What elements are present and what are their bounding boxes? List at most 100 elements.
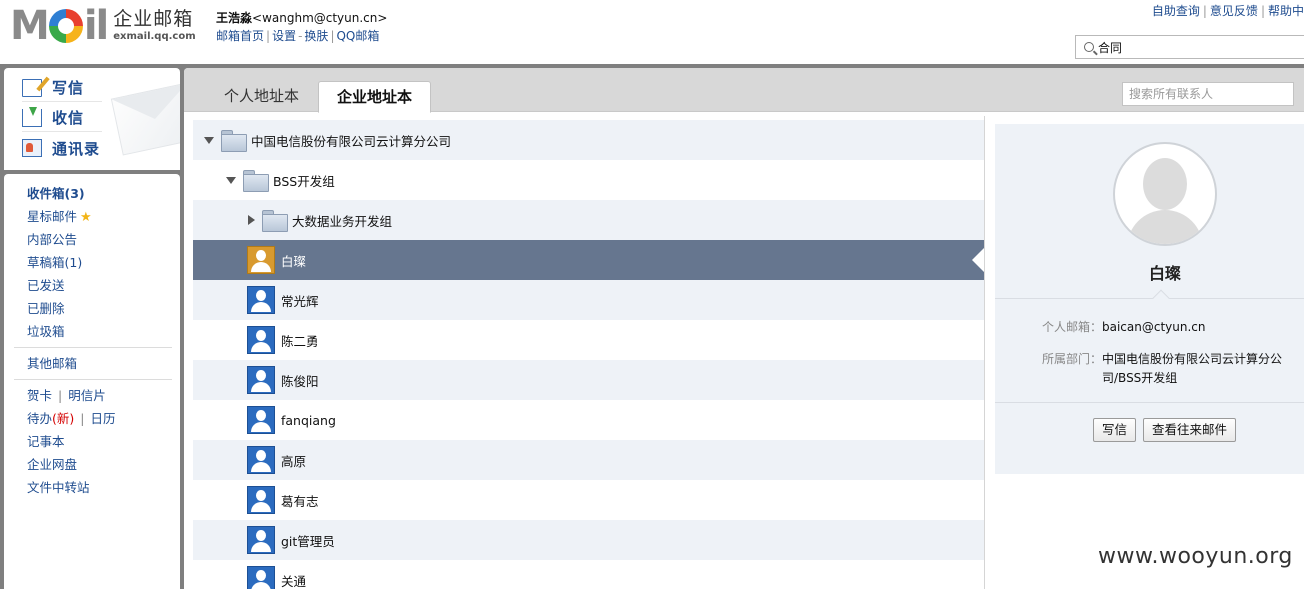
contact-row[interactable]: 陈俊阳	[193, 360, 984, 400]
person-icon	[247, 326, 275, 354]
sidebar-item-calendar[interactable]: 日历	[91, 411, 116, 426]
contact-row[interactable]: fanqiang	[193, 400, 984, 440]
link-feedback[interactable]: 意见反馈	[1210, 4, 1258, 18]
contact-row[interactable]: 高原	[193, 440, 984, 480]
expand-arrow-icon[interactable]	[204, 136, 214, 144]
contact-card-icon	[22, 139, 42, 157]
link-settings[interactable]: 设置	[272, 29, 296, 43]
mail-search-input[interactable]	[1098, 40, 1288, 54]
contact-name: git管理员	[281, 533, 335, 549]
envelope-decoration	[110, 82, 180, 156]
compose-panel: 写信 收信 通讯录	[4, 68, 180, 170]
person-icon	[247, 526, 275, 554]
watermark: www.wooyun.org	[1098, 544, 1293, 569]
contact-row[interactable]: 关通	[193, 560, 984, 589]
sidebar-item-greeting-card[interactable]: 贺卡	[27, 388, 52, 403]
logo-o-icon	[48, 9, 83, 43]
tab-personal-address-book[interactable]: 个人地址本	[206, 81, 317, 113]
node-label: 中国电信股份有限公司云计算分公司	[251, 133, 452, 149]
write-to-contact-button[interactable]: 写信	[1093, 418, 1137, 442]
pencil-icon	[22, 78, 42, 97]
panel-divider	[984, 116, 985, 589]
folder-nav: 收件箱(3) 星标邮件 ★ 内部公告 草稿箱(1) 已发送 已删除 垃圾箱 其他邮…	[4, 174, 180, 589]
write-label: 写信	[52, 79, 85, 97]
sidebar-item-other-mailbox[interactable]: 其他邮箱	[4, 352, 180, 375]
sidebar-item-todo[interactable]: 待办(新)	[27, 411, 74, 426]
dept-label: 所属部门：	[1041, 352, 1102, 366]
tree-node-company[interactable]: 中国电信股份有限公司云计算分公司	[193, 120, 984, 160]
address-book-main: 个人地址本 企业地址本 搜索所有联系人 中国电信股份有限公司云计算分公司 BSS…	[184, 68, 1304, 589]
sidebar-item-bulletin[interactable]: 内部公告	[4, 228, 180, 251]
link-help[interactable]: 帮助中	[1268, 4, 1304, 18]
contact-name: 白璨	[281, 253, 307, 269]
node-label: 大数据业务开发组	[292, 213, 393, 229]
inbox-button[interactable]: 收信	[22, 104, 102, 132]
person-icon	[247, 486, 275, 514]
contact-row[interactable]: 常光辉	[193, 280, 984, 320]
contact-name: 葛有志	[281, 493, 319, 509]
person-icon	[247, 366, 275, 394]
todo-label: 待办	[27, 411, 53, 426]
contacts-button[interactable]: 通讯录	[22, 134, 102, 162]
sidebar-item-inbox[interactable]: 收件箱(3)	[4, 182, 180, 205]
email-label: 个人邮箱：	[1041, 320, 1102, 334]
contact-search-input[interactable]: 搜索所有联系人	[1122, 82, 1294, 106]
contact-row[interactable]: 陈二勇	[193, 320, 984, 360]
node-label: BSS开发组	[273, 173, 335, 189]
contact-row-selected[interactable]: 白璨	[193, 240, 984, 280]
starred-label: 星标邮件	[27, 209, 78, 224]
sidebar-row-cards: 贺卡 | 明信片	[27, 388, 106, 403]
view-history-button[interactable]: 查看往来邮件	[1143, 418, 1237, 442]
divider	[995, 402, 1304, 403]
tree-node-subgroup[interactable]: 大数据业务开发组	[193, 200, 984, 240]
user-email: <wanghm@ctyun.cn>	[252, 11, 388, 25]
contact-name: 陈俊阳	[281, 373, 319, 389]
link-qq-mail[interactable]: QQ邮箱	[336, 29, 379, 43]
sidebar-item-sent[interactable]: 已发送	[4, 274, 180, 297]
divider	[14, 347, 172, 348]
logo-cn-text: 企业邮箱	[113, 8, 194, 30]
user-name: 王浩淼	[216, 11, 253, 25]
person-icon	[247, 566, 275, 589]
sidebar-item-netdisk[interactable]: 企业网盘	[4, 453, 180, 476]
tree-node-group[interactable]: BSS开发组	[193, 160, 984, 200]
mail-search-box[interactable]	[1075, 35, 1304, 59]
logo-en-text: exmail.qq.com	[113, 31, 196, 42]
logo[interactable]: Mil 企业邮箱 exmail.qq.com	[10, 4, 196, 48]
link-self-query[interactable]: 自助查询	[1152, 4, 1200, 18]
top-links: 自助查询 | 意见反馈 | 帮助中	[1151, 4, 1304, 18]
sidebar-item-starred[interactable]: 星标邮件 ★	[4, 205, 180, 228]
drafts-label: 草稿箱	[27, 255, 65, 270]
avatar	[1113, 142, 1217, 246]
drafts-count: (1)	[64, 255, 83, 270]
folder-icon	[243, 170, 269, 192]
search-icon	[1084, 42, 1094, 52]
selection-pointer	[972, 248, 984, 272]
star-icon: ★	[80, 210, 92, 225]
expand-arrow-icon[interactable]	[226, 176, 236, 184]
link-skin[interactable]: 换肤	[304, 29, 328, 43]
download-icon	[22, 106, 42, 127]
todo-new-badge: (新)	[52, 411, 75, 426]
email-value[interactable]: baican@ctyun.cn	[1102, 318, 1292, 337]
sidebar-item-file-transfer[interactable]: 文件中转站	[4, 476, 180, 499]
contact-name: 常光辉	[281, 293, 319, 309]
folder-icon	[262, 210, 288, 232]
person-icon	[247, 446, 275, 474]
contact-name: fanqiang	[281, 412, 336, 428]
sidebar-item-deleted[interactable]: 已删除	[4, 297, 180, 320]
contact-row[interactable]: git管理员	[193, 520, 984, 560]
link-mail-home[interactable]: 邮箱首页	[216, 29, 264, 43]
sidebar-item-junk[interactable]: 垃圾箱	[4, 320, 180, 343]
collapse-arrow-icon[interactable]	[248, 215, 255, 225]
sidebar-item-drafts[interactable]: 草稿箱(1)	[4, 251, 180, 274]
contact-row[interactable]: 葛有志	[193, 480, 984, 520]
sidebar-row-todo: 待办(新) | 日历	[27, 411, 116, 426]
tab-enterprise-address-book[interactable]: 企业地址本	[318, 81, 432, 113]
divider	[14, 379, 172, 380]
person-icon	[247, 286, 275, 314]
sidebar-item-postcard[interactable]: 明信片	[68, 388, 106, 403]
sidebar-item-notes[interactable]: 记事本	[4, 430, 180, 453]
contact-name: 高原	[281, 453, 307, 469]
write-button[interactable]: 写信	[22, 74, 102, 102]
